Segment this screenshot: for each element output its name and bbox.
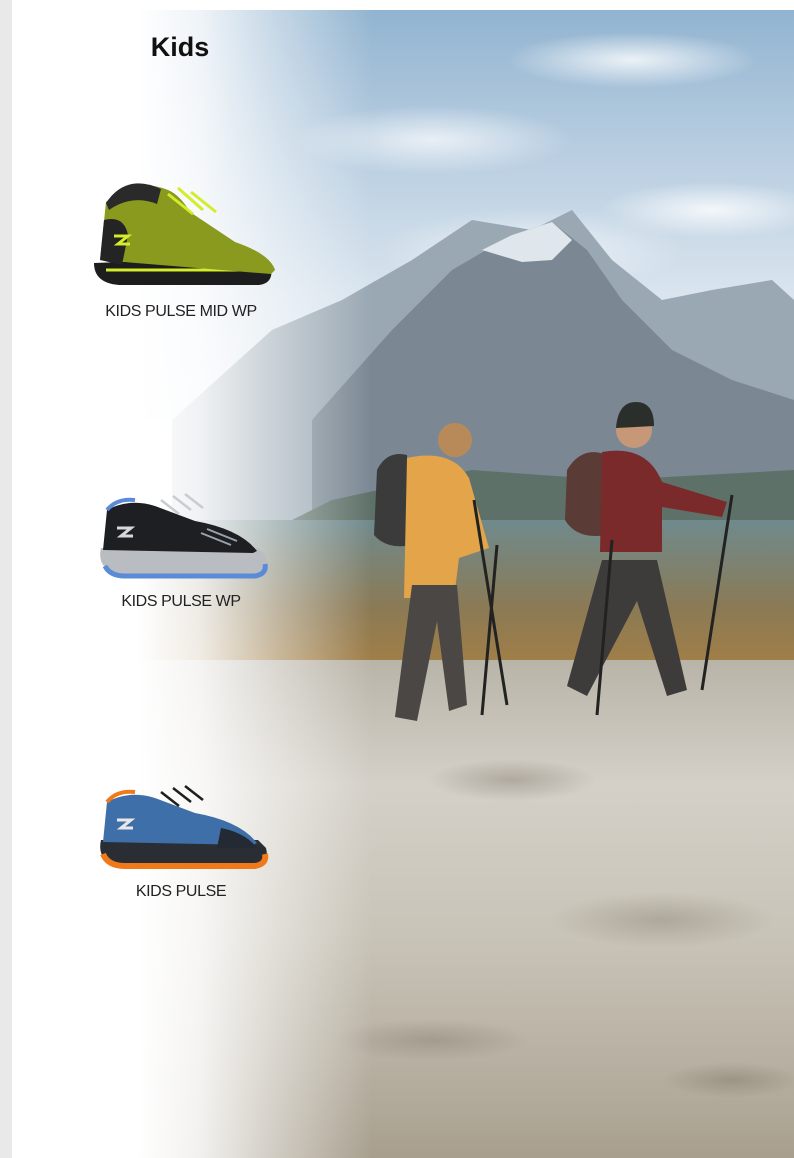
product-name[interactable]: KIDS PULSE [76, 883, 286, 901]
hiker-left-legs [395, 585, 467, 721]
hiker-left-pole-2 [472, 499, 509, 706]
hiker-left-jacket [404, 455, 489, 598]
hiker-right-legs [567, 560, 687, 696]
hiking-shoe-icon [100, 785, 269, 869]
left-margin-strip [0, 0, 12, 1158]
hiking-shoe-icon [100, 493, 268, 579]
hiker-right-beanie [616, 402, 654, 428]
hiker-right [565, 402, 734, 716]
product-name[interactable]: KIDS PULSE WP [76, 593, 286, 611]
product-name[interactable]: KIDS PULSE MID WP [76, 303, 286, 321]
hiking-boot-mid-icon [94, 183, 275, 285]
product-card[interactable]: KIDS PULSE [76, 778, 286, 901]
hiker-right-jacket [600, 450, 727, 552]
hiker-right-pole [700, 494, 734, 691]
product-card[interactable]: KIDS PULSE WP [76, 478, 286, 611]
top-white-band [12, 0, 794, 10]
page: Kids KIDS PULSE MID WP KIDS PULSE WP KID… [0, 0, 794, 1158]
page-title: Kids [150, 32, 210, 62]
hiker-left [374, 423, 509, 721]
product-card[interactable]: KIDS PULSE MID WP [76, 158, 286, 321]
hiker-left-head [438, 423, 472, 457]
